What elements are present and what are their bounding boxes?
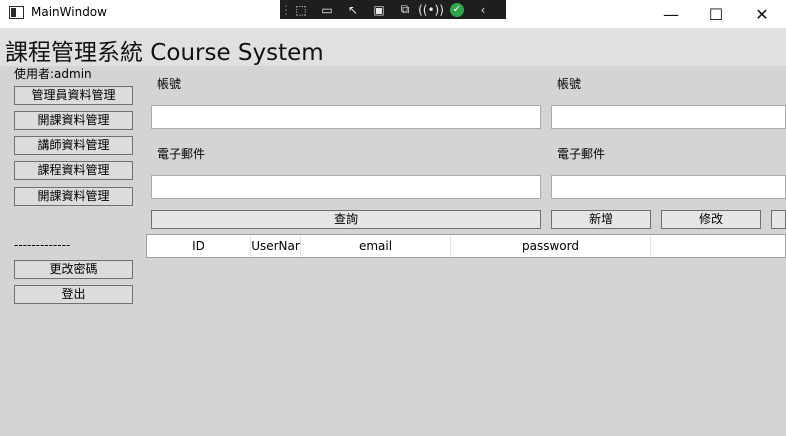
logout-button[interactable]: 登出 xyxy=(14,285,133,304)
column-header-id[interactable]: ID xyxy=(147,235,251,257)
app-window-icon xyxy=(9,6,24,19)
admin-data-button[interactable]: 管理員資料管理 xyxy=(14,86,133,105)
pointer-icon[interactable]: ↖ xyxy=(340,3,366,17)
course-data-button[interactable]: 課程資料管理 xyxy=(14,161,133,180)
collapse-chevron-icon[interactable]: ‹ xyxy=(470,3,496,17)
minimize-button[interactable]: — xyxy=(648,0,694,28)
record-icon[interactable]: ▭ xyxy=(314,3,340,17)
email-input-left[interactable] xyxy=(151,175,541,199)
debug-toolbar: ⋮ ⬚ ▭ ↖ ▣ ⧉ ((•)) ✓ ‹ xyxy=(280,0,506,19)
maximize-button[interactable]: ☐ xyxy=(693,0,739,28)
hot-reload-icon[interactable]: ((•)) xyxy=(418,3,444,17)
instructor-data-button[interactable]: 講師資料管理 xyxy=(14,136,133,155)
close-button[interactable]: ✕ xyxy=(739,0,785,28)
change-password-button[interactable]: 更改密碼 xyxy=(14,260,133,279)
add-button[interactable]: 新增 xyxy=(551,210,651,229)
account-label-right: 帳號 xyxy=(557,77,582,91)
select-element-icon[interactable]: ⬚ xyxy=(288,3,314,17)
grip-icon[interactable]: ⋮ xyxy=(280,3,292,17)
edit-button[interactable]: 修改 xyxy=(661,210,761,229)
query-button[interactable]: 查詢 xyxy=(151,210,541,229)
column-header-filler xyxy=(651,235,785,257)
column-header-password[interactable]: password xyxy=(451,235,651,257)
column-header-username[interactable]: UserNar xyxy=(251,235,301,257)
email-input-right[interactable] xyxy=(551,175,786,199)
extra-button[interactable] xyxy=(771,210,786,229)
course-offering-button[interactable]: 開課資料管理 xyxy=(14,111,133,130)
current-user-label: 使用者:admin xyxy=(14,67,92,81)
account-label-left: 帳號 xyxy=(157,77,182,91)
frame-icon[interactable]: ▣ xyxy=(366,3,392,17)
course-offering-button-2[interactable]: 開課資料管理 xyxy=(14,187,133,206)
tracking-icon[interactable]: ⧉ xyxy=(392,2,418,17)
account-input-left[interactable] xyxy=(151,105,541,129)
email-label-right: 電子郵件 xyxy=(557,147,606,161)
email-label-left: 電子郵件 xyxy=(157,147,206,161)
sidebar-separator: ------------- xyxy=(14,238,71,252)
check-icon[interactable]: ✓ xyxy=(450,2,464,17)
column-header-email[interactable]: email xyxy=(301,235,451,257)
window-title: MainWindow xyxy=(31,5,107,19)
account-input-right[interactable] xyxy=(551,105,786,129)
page-title: 課程管理系統 Course System xyxy=(5,40,324,66)
data-grid[interactable]: ID UserNar email password xyxy=(146,234,786,258)
